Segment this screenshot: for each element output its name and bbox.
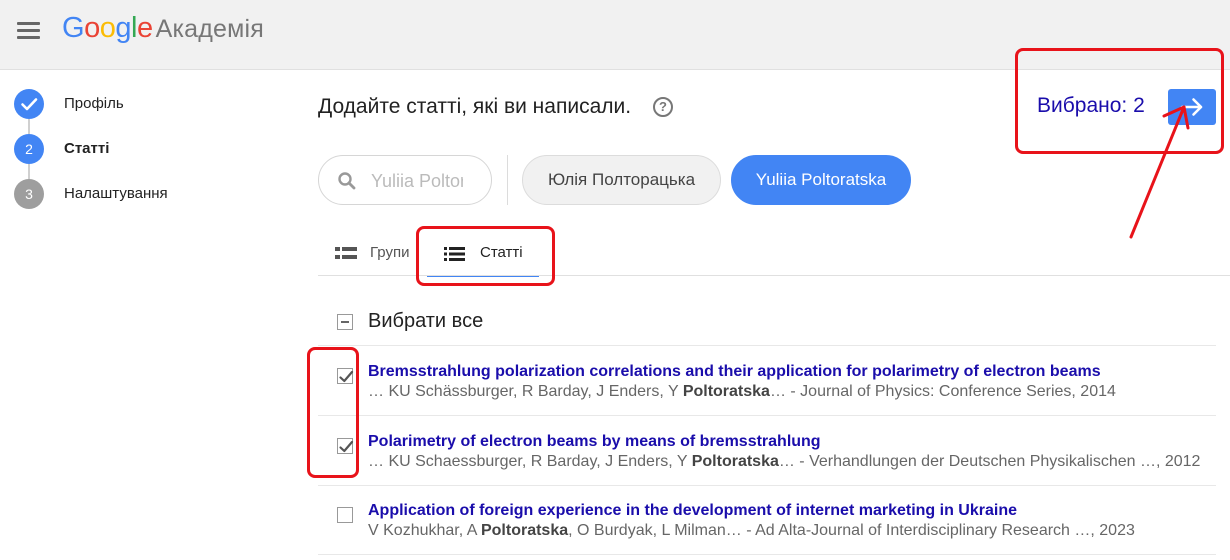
step-profile[interactable]: Профіль	[14, 89, 274, 119]
article-row: Application of foreign experience in the…	[318, 500, 1230, 560]
row-divider	[318, 554, 1216, 555]
tab-label: Групи	[370, 244, 410, 261]
google-scholar-logo[interactable]: Google Академія	[62, 12, 264, 45]
step-connector	[28, 164, 30, 179]
search-box[interactable]	[318, 155, 492, 205]
article-meta: … KU Schaessburger, R Barday, J Enders, …	[368, 453, 1201, 470]
step-settings[interactable]: 3 Налаштування	[14, 179, 274, 209]
step-number: 3	[14, 179, 44, 209]
article-checkbox[interactable]	[337, 507, 353, 523]
article-meta: V Kozhukhar, A Poltoratska, O Burdyak, L…	[368, 522, 1135, 539]
check-icon	[14, 89, 44, 119]
hamburger-menu-icon[interactable]	[16, 20, 42, 42]
article-title-link[interactable]: Application of foreign experience in the…	[368, 502, 1017, 520]
article-title-link[interactable]: Bremsstrahlung polarization correlations…	[368, 363, 1101, 381]
name-chip-latin[interactable]: Yuliia Poltoratska	[731, 155, 911, 205]
page-title: Додайте статті, які ви написали.	[318, 95, 632, 118]
search-icon	[338, 172, 356, 190]
step-number: 2	[14, 134, 44, 164]
annotation-highlight-checkboxes	[307, 347, 359, 478]
select-all-label: Вибрати все	[368, 310, 484, 332]
step-articles[interactable]: 2 Статті	[14, 134, 274, 164]
row-divider	[318, 485, 1216, 486]
select-all-checkbox[interactable]	[337, 314, 353, 330]
row-divider	[318, 415, 1216, 416]
step-label: Статті	[64, 140, 110, 157]
help-icon[interactable]: ?	[653, 97, 673, 117]
article-row: Bremsstrahlung polarization correlations…	[318, 361, 1230, 421]
step-label: Налаштування	[64, 185, 168, 202]
annotation-highlight-selected	[1015, 48, 1224, 154]
step-label: Профіль	[64, 95, 124, 112]
name-chip-cyrillic[interactable]: Юлія Полторацька	[522, 155, 721, 205]
article-meta: … KU Schässburger, R Barday, J Enders, Y…	[368, 383, 1116, 400]
row-divider	[318, 345, 1216, 346]
groups-list-icon	[335, 247, 357, 259]
annotation-highlight-tab	[416, 226, 555, 286]
article-title-link[interactable]: Polarimetry of electron beams by means o…	[368, 433, 821, 451]
divider	[507, 155, 508, 205]
tab-groups[interactable]: Групи	[333, 233, 418, 277]
step-connector	[28, 119, 30, 134]
search-input[interactable]	[371, 168, 463, 194]
article-row: Polarimetry of electron beams by means o…	[318, 431, 1230, 491]
